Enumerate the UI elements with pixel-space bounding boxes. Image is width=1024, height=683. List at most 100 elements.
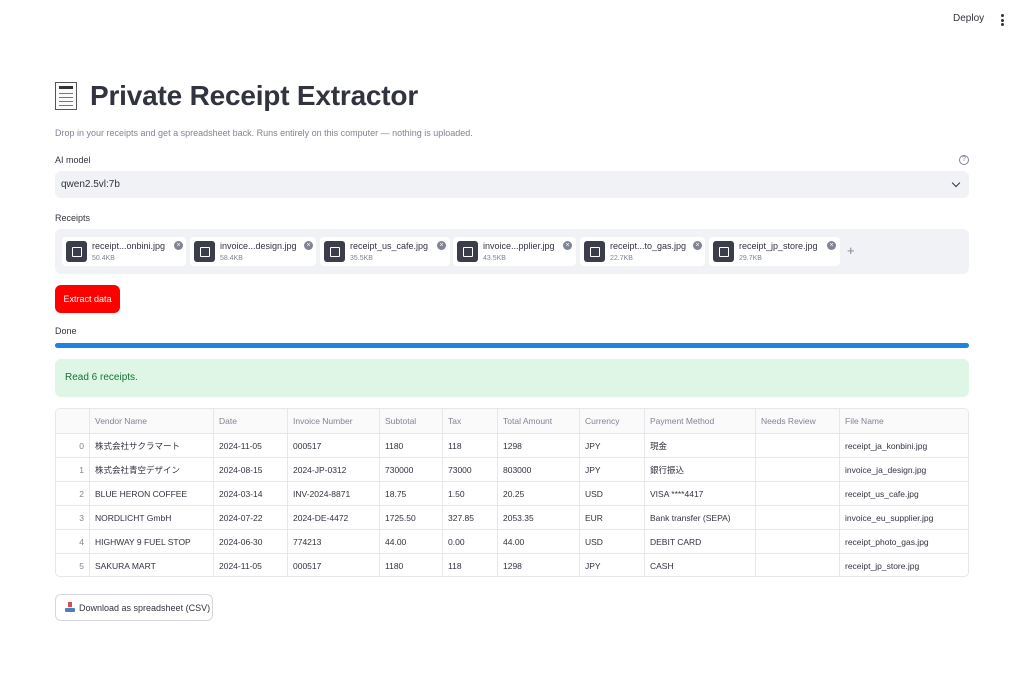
add-file-icon[interactable]: + xyxy=(847,243,855,258)
kebab-menu-icon[interactable] xyxy=(999,14,1005,26)
column-header[interactable]: Needs Review xyxy=(756,409,840,433)
table-cell[interactable] xyxy=(756,530,840,553)
table-cell[interactable] xyxy=(756,482,840,505)
table-cell[interactable]: invoice_ja_design.jpg xyxy=(840,458,968,481)
row-index[interactable]: 1 xyxy=(56,458,90,481)
receipts-label: Receipts xyxy=(55,213,91,223)
table-cell[interactable]: Bank transfer (SEPA) xyxy=(645,506,756,529)
row-index[interactable]: 3 xyxy=(56,506,90,529)
table-cell[interactable]: CASH xyxy=(645,554,756,576)
table-cell[interactable]: 000517 xyxy=(288,554,380,576)
table-cell[interactable]: 730000 xyxy=(380,458,443,481)
row-index[interactable]: 5 xyxy=(56,554,90,576)
remove-file-icon[interactable]: × xyxy=(693,241,702,250)
table-cell[interactable]: 44.00 xyxy=(380,530,443,553)
table-cell[interactable]: receipt_us_cafe.jpg xyxy=(840,482,968,505)
table-cell[interactable]: receipt_jp_store.jpg xyxy=(840,554,968,576)
column-header[interactable]: Vendor Name xyxy=(90,409,214,433)
table-cell[interactable] xyxy=(756,434,840,457)
table-cell[interactable]: 118 xyxy=(443,434,498,457)
table-cell[interactable]: NORDLICHT GmbH xyxy=(90,506,214,529)
table-cell[interactable]: 774213 xyxy=(288,530,380,553)
progress-bar xyxy=(55,343,969,348)
file-chip: receipt...onbini.jpg 50.4KB × xyxy=(62,237,186,266)
file-size: 22.7KB xyxy=(610,255,633,262)
model-select[interactable]: qwen2.5vl:7b xyxy=(55,171,969,198)
table-cell[interactable]: 2053.35 xyxy=(498,506,580,529)
table-row: 2 BLUE HERON COFFEE 2024-03-14 INV-2024-887… xyxy=(56,482,968,506)
table-cell[interactable]: JPY xyxy=(580,554,645,576)
remove-file-icon[interactable]: × xyxy=(437,241,446,250)
table-cell[interactable]: 2024-08-15 xyxy=(214,458,288,481)
column-header[interactable]: Invoice Number xyxy=(288,409,380,433)
file-dropzone[interactable]: receipt...onbini.jpg 50.4KB × invoice...… xyxy=(55,229,969,274)
table-cell[interactable]: 803000 xyxy=(498,458,580,481)
column-header[interactable] xyxy=(56,409,90,433)
table-cell[interactable]: 1298 xyxy=(498,554,580,576)
file-size: 35.5KB xyxy=(350,255,373,262)
download-csv-button[interactable]: Download as spreadsheet (CSV) xyxy=(55,594,213,621)
results-table[interactable]: Vendor Name Date Invoice Number Subtotal Tax… xyxy=(55,408,969,577)
table-cell[interactable] xyxy=(756,458,840,481)
table-cell[interactable]: 18.75 xyxy=(380,482,443,505)
row-index[interactable]: 4 xyxy=(56,530,90,553)
column-header[interactable]: Date xyxy=(214,409,288,433)
column-header[interactable]: File Name xyxy=(840,409,968,433)
table-cell[interactable]: invoice_eu_supplier.jpg xyxy=(840,506,968,529)
remove-file-icon[interactable]: × xyxy=(563,241,572,250)
table-cell[interactable]: 2024-06-30 xyxy=(214,530,288,553)
table-cell[interactable]: 0.00 xyxy=(443,530,498,553)
column-header[interactable]: Total Amount xyxy=(498,409,580,433)
table-cell[interactable]: USD xyxy=(580,482,645,505)
table-cell[interactable]: 現金 xyxy=(645,434,756,457)
table-cell[interactable]: SAKURA MART xyxy=(90,554,214,576)
remove-file-icon[interactable]: × xyxy=(827,241,836,250)
table-cell[interactable]: 2024-DE-4472 xyxy=(288,506,380,529)
remove-file-icon[interactable]: × xyxy=(174,241,183,250)
table-cell[interactable]: 118 xyxy=(443,554,498,576)
table-cell[interactable]: 2024-11-05 xyxy=(214,554,288,576)
page-caption: Drop in your receipts and get a spreadsh… xyxy=(55,128,473,138)
table-cell[interactable]: JPY xyxy=(580,458,645,481)
table-cell[interactable]: 1180 xyxy=(380,434,443,457)
table-cell[interactable]: 1725.50 xyxy=(380,506,443,529)
table-cell[interactable]: 2024-07-22 xyxy=(214,506,288,529)
table-cell[interactable]: 2024-11-05 xyxy=(214,434,288,457)
deploy-button[interactable]: Deploy xyxy=(953,13,984,24)
table-cell[interactable]: 327.85 xyxy=(443,506,498,529)
question-circle-icon[interactable]: ? xyxy=(959,155,969,165)
remove-file-icon[interactable]: × xyxy=(304,241,313,250)
table-cell[interactable]: HIGHWAY 9 FUEL STOP xyxy=(90,530,214,553)
table-cell[interactable]: 1298 xyxy=(498,434,580,457)
table-cell[interactable]: 2024-JP-0312 xyxy=(288,458,380,481)
column-header[interactable]: Currency xyxy=(580,409,645,433)
table-cell[interactable]: 銀行振込 xyxy=(645,458,756,481)
column-header[interactable]: Tax xyxy=(443,409,498,433)
extract-data-button[interactable]: Extract data xyxy=(55,285,120,313)
table-cell[interactable]: 20.25 xyxy=(498,482,580,505)
table-cell[interactable]: 株式会社青空デザイン xyxy=(90,458,214,481)
table-cell[interactable]: VISA ****4417 xyxy=(645,482,756,505)
row-index[interactable]: 0 xyxy=(56,434,90,457)
table-row: 1 株式会社青空デザイン 2024-08-15 2024-JP-0312 730000 7… xyxy=(56,458,968,482)
table-cell[interactable]: BLUE HERON COFFEE xyxy=(90,482,214,505)
table-cell[interactable]: 000517 xyxy=(288,434,380,457)
table-cell[interactable]: receipt_ja_konbini.jpg xyxy=(840,434,968,457)
table-cell[interactable]: USD xyxy=(580,530,645,553)
table-cell[interactable]: 株式会社サクラマート xyxy=(90,434,214,457)
table-cell[interactable]: receipt_photo_gas.jpg xyxy=(840,530,968,553)
table-cell[interactable]: 44.00 xyxy=(498,530,580,553)
column-header[interactable]: Subtotal xyxy=(380,409,443,433)
table-cell[interactable]: INV-2024-8871 xyxy=(288,482,380,505)
row-index[interactable]: 2 xyxy=(56,482,90,505)
table-cell[interactable] xyxy=(756,554,840,576)
table-cell[interactable]: JPY xyxy=(580,434,645,457)
table-cell[interactable]: 2024-03-14 xyxy=(214,482,288,505)
table-cell[interactable] xyxy=(756,506,840,529)
table-cell[interactable]: DEBIT CARD xyxy=(645,530,756,553)
table-cell[interactable]: 1.50 xyxy=(443,482,498,505)
table-cell[interactable]: 1180 xyxy=(380,554,443,576)
column-header[interactable]: Payment Method xyxy=(645,409,756,433)
table-cell[interactable]: 73000 xyxy=(443,458,498,481)
table-cell[interactable]: EUR xyxy=(580,506,645,529)
